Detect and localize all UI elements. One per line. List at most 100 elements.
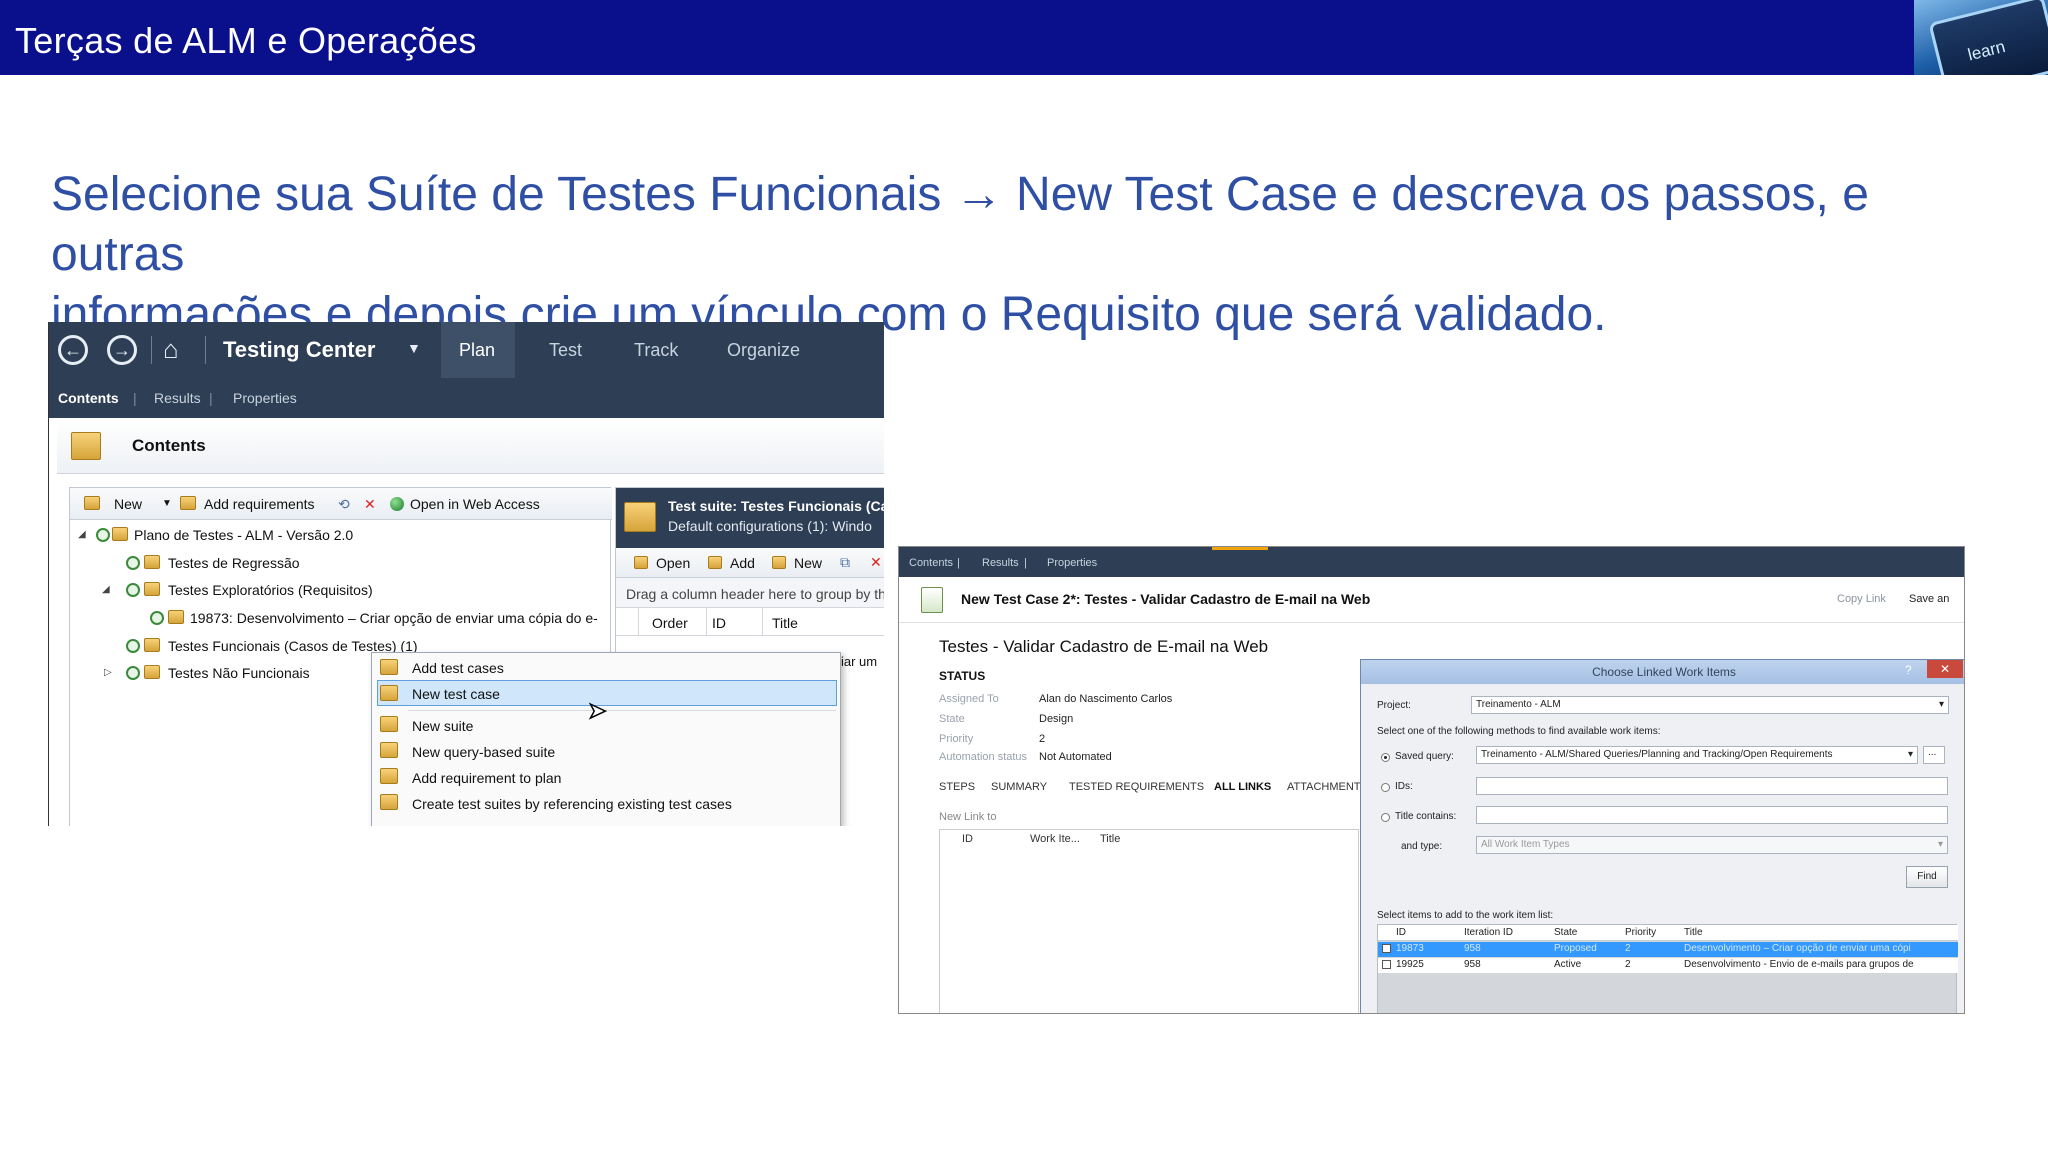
menu-item-new-suite[interactable]: New suite [412, 718, 473, 734]
saved-query-select[interactable]: Treinamento - ALM/Shared Queries/Plannin… [1476, 746, 1918, 764]
tab-attachments[interactable]: ATTACHMENTS [1287, 781, 1368, 793]
tab-tested-requirements[interactable]: TESTED REQUIREMENTS [1069, 781, 1204, 793]
tree-item-plan[interactable]: Plano de Testes - ALM - Versão 2.0 [134, 527, 353, 543]
title-contains-input[interactable] [1476, 806, 1948, 824]
refresh-icon[interactable]: ⟲ [338, 496, 350, 513]
row-checkbox[interactable] [1382, 960, 1391, 969]
saved-query-label: Saved query: [1395, 751, 1454, 762]
add-requirements-button[interactable]: Add requirements [204, 496, 315, 512]
forward-icon[interactable]: → [107, 335, 137, 365]
subtab-properties[interactable]: Properties [1047, 557, 1097, 569]
saved-query-radio[interactable] [1381, 753, 1390, 762]
column-title[interactable]: Title [772, 615, 798, 631]
column-order[interactable]: Order [652, 615, 688, 631]
divider [205, 336, 206, 364]
tab-plan[interactable]: Plan [441, 322, 515, 382]
links-column-title[interactable]: Title [1100, 833, 1120, 845]
subtab-properties[interactable]: Properties [233, 390, 297, 406]
state-value[interactable]: Design [1039, 713, 1073, 725]
work-item-row[interactable]: 19873 958 Proposed 2 Desenvolvimento – C… [1378, 942, 1958, 957]
open-in-web-access-button[interactable]: Open in Web Access [410, 496, 540, 512]
choose-linked-work-items-dialog: Choose Linked Work Items ? ✕ Project: Tr… [1360, 659, 1964, 1013]
tab-steps[interactable]: STEPS [939, 781, 975, 793]
test-case-window-title: New Test Case 2*: Testes - Validar Cadas… [961, 591, 1371, 607]
subtab-results[interactable]: Results [154, 390, 201, 406]
tree-item-nao-funcionais[interactable]: Testes Não Funcionais [168, 665, 310, 681]
chevron-down-icon: ▾ [1907, 749, 1913, 760]
close-icon[interactable]: ✕ [1927, 660, 1963, 678]
work-item-row[interactable]: 19925 958 Active 2 Desenvolvimento - Env… [1378, 958, 1958, 973]
tree-item-regressao[interactable]: Testes de Regressão [168, 555, 300, 571]
new-icon [772, 556, 786, 569]
top-banner: Terças de ALM e Operações learn [0, 0, 2048, 75]
menu-item-add-requirement-to-plan[interactable]: Add requirement to plan [412, 770, 561, 786]
tab-test[interactable]: Test [549, 340, 582, 361]
column-iteration-id[interactable]: Iteration ID [1464, 927, 1513, 938]
tree-item-exploratorios[interactable]: Testes Exploratórios (Requisitos) [168, 582, 373, 598]
project-select[interactable]: Treinamento - ALM ▾ [1471, 696, 1949, 714]
subtab-contents[interactable]: Contents [909, 557, 953, 569]
delete-icon[interactable]: ✕ [364, 496, 376, 513]
menu-item-add-test-cases[interactable]: Add test cases [412, 660, 504, 676]
column-title[interactable]: Title [1684, 927, 1703, 938]
group-by-hint: Drag a column header here to group by th [616, 578, 884, 608]
collapse-icon[interactable]: ◢ [102, 584, 110, 595]
arrow-icon: → [954, 168, 1003, 221]
tab-track[interactable]: Track [634, 340, 678, 361]
menu-item-new-query-based-suite[interactable]: New query-based suite [412, 744, 555, 760]
subtab-contents[interactable]: Contents [58, 390, 119, 406]
subtab-results[interactable]: Results [982, 557, 1019, 569]
column-priority[interactable]: Priority [1625, 927, 1656, 938]
contents-title: Contents [132, 436, 206, 455]
status-heading: STATUS [939, 669, 986, 683]
tree-item-requirement[interactable]: 19873: Desenvolvimento – Criar opção de … [190, 610, 598, 626]
back-icon[interactable]: ← [58, 335, 88, 365]
links-toolbar[interactable]: New Link to [939, 811, 996, 823]
copy-link-button[interactable]: Copy Link [1837, 593, 1886, 605]
title-contains-radio[interactable] [1381, 813, 1390, 822]
chevron-down-icon[interactable]: ▼ [162, 498, 172, 509]
tab-organize[interactable]: Organize [727, 340, 800, 361]
copy-icon[interactable]: ⧉ [840, 554, 850, 571]
new-suite-icon [380, 716, 398, 732]
collapse-icon[interactable]: ◢ [78, 529, 86, 540]
delete-icon[interactable]: ✕ [870, 554, 882, 571]
banner-title: Terças de ALM e Operações [15, 20, 477, 61]
open-button[interactable]: Open [656, 555, 690, 571]
sub-navigation: Contents | Results | Properties [49, 378, 884, 418]
test-case-name[interactable]: Testes - Validar Cadastro de E-mail na W… [939, 637, 1268, 657]
learn-logo: learn [1914, 0, 2048, 75]
select-items-hint: Select items to add to the work item lis… [1377, 910, 1554, 921]
keyboard-key-icon: learn [1928, 0, 2048, 75]
tab-all-links[interactable]: ALL LINKS [1214, 781, 1271, 793]
new-button[interactable]: New [114, 496, 142, 512]
suite-folder-icon [144, 638, 160, 652]
work-item-type-select[interactable]: All Work Item Types ▾ [1476, 836, 1948, 854]
tab-summary[interactable]: SUMMARY [991, 781, 1047, 793]
chevron-down-icon[interactable]: ▼ [407, 340, 421, 356]
menu-item-create-suites-by-reference[interactable]: Create test suites by referencing existi… [412, 796, 732, 812]
home-icon[interactable]: ⌂ [163, 334, 179, 365]
expand-icon[interactable]: ▷ [104, 667, 112, 678]
find-button[interactable]: Find [1906, 866, 1948, 888]
new-test-case-icon [380, 685, 398, 701]
chevron-down-icon: ▾ [1937, 839, 1943, 850]
browse-button[interactable]: ... [1923, 746, 1945, 764]
links-column-id[interactable]: ID [962, 833, 973, 845]
new-button[interactable]: New [794, 555, 822, 571]
assigned-to-value[interactable]: Alan do Nascimento Carlos [1039, 693, 1172, 705]
column-state[interactable]: State [1554, 927, 1577, 938]
column-id[interactable]: ID [1396, 927, 1406, 938]
priority-value[interactable]: 2 [1039, 733, 1045, 745]
column-id[interactable]: ID [712, 615, 726, 631]
add-button[interactable]: Add [730, 555, 755, 571]
links-column-work-item[interactable]: Work Ite... [1030, 833, 1080, 845]
menu-item-new-test-case[interactable]: New test case [412, 686, 500, 702]
ids-radio[interactable] [1381, 783, 1390, 792]
ids-input[interactable] [1476, 777, 1948, 795]
help-icon[interactable]: ? [1905, 663, 1912, 677]
save-button[interactable]: Save an [1909, 593, 1949, 605]
app-title: Testing Center [223, 337, 376, 362]
contents-folder-icon [71, 432, 101, 460]
row-checkbox[interactable] [1382, 944, 1391, 953]
